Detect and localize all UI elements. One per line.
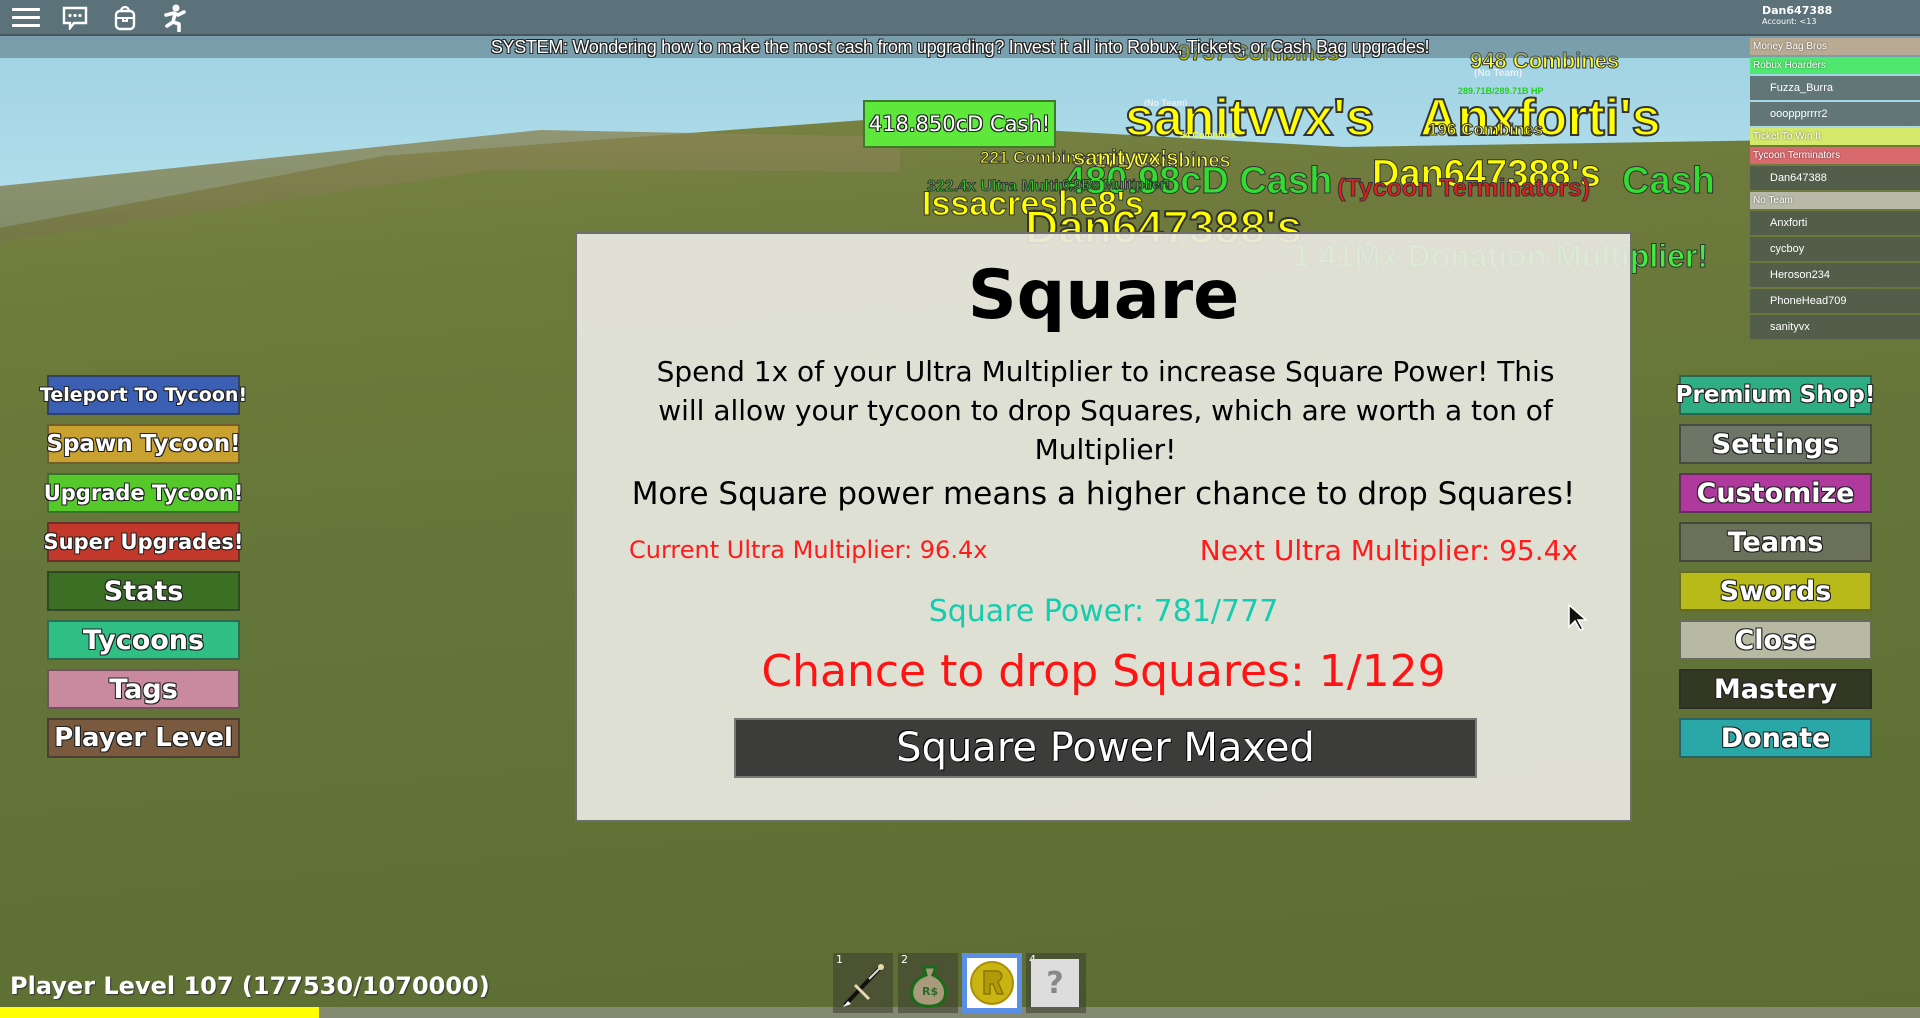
square-power-button[interactable]: Square Power Maxed bbox=[734, 718, 1477, 778]
player-level-progress-bar bbox=[0, 1007, 1920, 1018]
player-list-team: Tycoon Terminators bbox=[1750, 147, 1920, 164]
svg-text:R$: R$ bbox=[922, 985, 938, 998]
robux-coin-icon bbox=[970, 961, 1014, 1005]
money-bag-icon: R$ bbox=[910, 965, 947, 1008]
backpack-icon[interactable] bbox=[110, 4, 140, 32]
settings-button[interactable]: Settings bbox=[1679, 424, 1872, 464]
emote-icon[interactable] bbox=[160, 4, 190, 32]
player-list-team: Ticket To Win It bbox=[1750, 128, 1920, 145]
player-list: Money Bag Bros Robux Hoarders Fuzza_Burra o… bbox=[1750, 38, 1920, 341]
square-dialog: Square Spend 1x of your Ultra Multiplier… bbox=[575, 232, 1632, 822]
current-ultra-multiplier: Current Ultra Multiplier: 96.4x bbox=[629, 536, 988, 564]
world-label: (No Team) bbox=[1474, 68, 1523, 79]
hotbar-slot-4[interactable]: 4 ? bbox=[1026, 953, 1086, 1013]
hotbar-slot-1[interactable]: 1 bbox=[833, 953, 893, 1013]
top-bar bbox=[0, 0, 1920, 36]
drop-chance: Chance to drop Squares: 1/129 bbox=[761, 646, 1446, 697]
world-label: 54 Combines bbox=[1180, 130, 1237, 140]
mouse-cursor-icon bbox=[1568, 604, 1588, 631]
world-label: 196 Combines bbox=[1427, 120, 1544, 140]
account-age: Account: <13 bbox=[1762, 17, 1817, 26]
player-level-button[interactable]: Player Level bbox=[47, 718, 240, 758]
player-list-entry[interactable]: cycboy bbox=[1750, 237, 1920, 261]
cash-notification: 418.850cD Cash! bbox=[863, 100, 1056, 148]
stats-button[interactable]: Stats bbox=[47, 571, 240, 611]
dialog-title: Square bbox=[967, 256, 1240, 335]
next-ultra-multiplier: Next Ultra Multiplier: 95.4x bbox=[1199, 534, 1578, 567]
account-username: Dan647388 bbox=[1762, 4, 1833, 17]
donate-button[interactable]: Donate bbox=[1679, 718, 1872, 758]
spawn-tycoon-button[interactable]: Spawn Tycoon! bbox=[46, 424, 241, 464]
player-list-team: No Team bbox=[1750, 192, 1920, 209]
swords-button[interactable]: Swords bbox=[1679, 571, 1872, 611]
chat-icon[interactable] bbox=[60, 4, 90, 32]
system-message: SYSTEM: Wondering how to make the most c… bbox=[490, 37, 1430, 57]
premium-shop-button[interactable]: Premium Shop! bbox=[1676, 375, 1875, 415]
world-label: (Tycoon Terminators) bbox=[1336, 174, 1591, 203]
player-list-entry[interactable]: sanityvx bbox=[1750, 315, 1920, 339]
dialog-description: Spend 1x of your Ultra Multiplier to inc… bbox=[656, 355, 1555, 466]
close-button[interactable]: Close bbox=[1679, 620, 1872, 660]
unknown-item-icon: ? bbox=[1031, 959, 1079, 1007]
teleport-to-tycoon-button[interactable]: Teleport To Tycoon! bbox=[40, 375, 247, 415]
player-list-team: Money Bag Bros bbox=[1750, 38, 1920, 55]
sword-icon bbox=[843, 964, 884, 1007]
square-power: Square Power: 781/777 bbox=[928, 594, 1279, 629]
tycoons-button[interactable]: Tycoons bbox=[47, 620, 240, 660]
player-list-entry[interactable]: Dan647388 bbox=[1750, 166, 1920, 190]
player-list-entry[interactable]: PhoneHead709 bbox=[1750, 289, 1920, 313]
world-label: sanitvvx's bbox=[1124, 88, 1375, 148]
hotbar-slot-3[interactable] bbox=[962, 953, 1022, 1013]
customize-button[interactable]: Customize bbox=[1679, 473, 1872, 513]
menu-icon[interactable] bbox=[10, 4, 40, 32]
hotbar-slot-2[interactable]: 2 R$ bbox=[898, 953, 958, 1013]
player-level-text: Player Level 107 (177530/1070000) bbox=[10, 972, 490, 1000]
tags-button[interactable]: Tags bbox=[47, 669, 240, 709]
world-label: Cash bbox=[1622, 160, 1716, 203]
player-list-entry[interactable]: Anxforti bbox=[1750, 211, 1920, 235]
account-info[interactable]: Dan647388 Account: <13 bbox=[1750, 0, 1920, 36]
player-level-progress-fill bbox=[0, 1007, 319, 1018]
teams-button[interactable]: Teams bbox=[1679, 522, 1872, 562]
super-upgrades-button[interactable]: Super Upgrades! bbox=[44, 522, 244, 562]
dialog-more-info: More Square power means a higher chance … bbox=[631, 476, 1576, 512]
upgrade-tycoon-button[interactable]: Upgrade Tycoon! bbox=[44, 473, 243, 513]
mastery-button[interactable]: Mastery bbox=[1679, 669, 1872, 709]
player-list-entry[interactable]: Fuzza_Burra bbox=[1750, 76, 1920, 100]
player-list-team: Robux Hoarders bbox=[1750, 57, 1920, 74]
player-list-entry[interactable]: Heroson234 bbox=[1750, 263, 1920, 287]
player-list-entry[interactable]: oooppprrrr2 bbox=[1750, 102, 1920, 126]
